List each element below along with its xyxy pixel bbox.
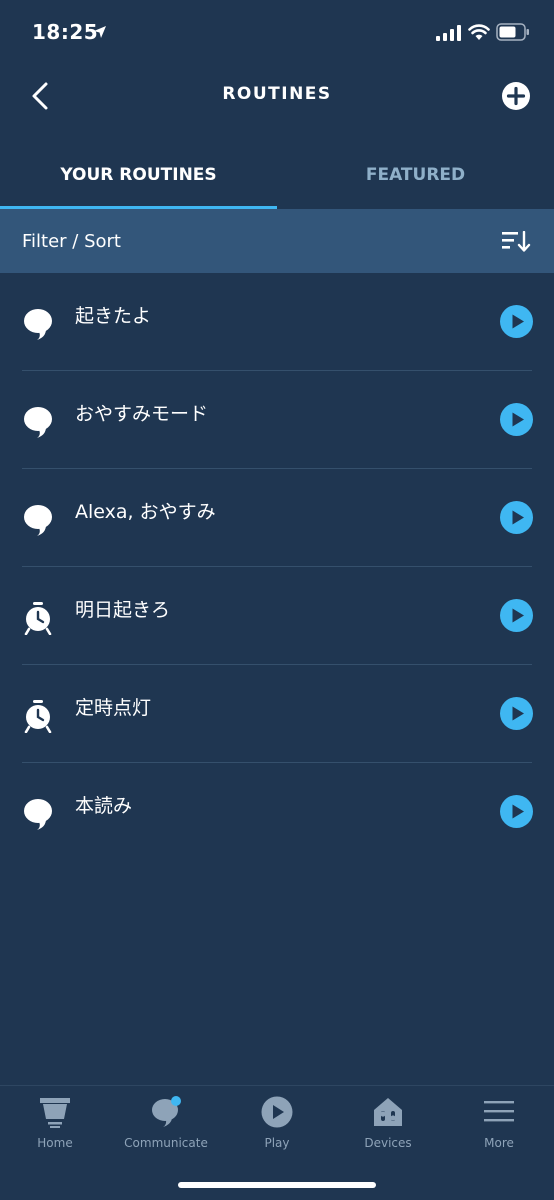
alarm-clock-icon [24, 700, 52, 733]
location-arrow-icon [94, 26, 106, 38]
add-routine-icon[interactable] [500, 80, 532, 112]
routine-label: 明日起きろ [75, 599, 171, 621]
nav-item-home[interactable]: Home [0, 1086, 110, 1166]
routine-row[interactable]: 本読み [0, 763, 554, 861]
routine-label: Alexa, おやすみ [75, 501, 216, 523]
play-routine-icon[interactable] [500, 599, 533, 632]
routine-row[interactable]: 明日起きろ [0, 567, 554, 665]
nav-label: Home [37, 1136, 73, 1150]
routine-label: 定時点灯 [75, 697, 152, 719]
home-icon [40, 1098, 70, 1128]
tab-your-routines[interactable]: YOUR ROUTINES [0, 140, 277, 209]
menu-icon [484, 1101, 514, 1122]
routine-row[interactable]: 起きたよ [0, 273, 554, 371]
wifi-icon [468, 24, 490, 40]
routine-row[interactable]: 定時点灯 [0, 665, 554, 763]
nav-label: Communicate [124, 1136, 208, 1150]
speech-bubble-icon [24, 309, 52, 340]
filter-sort-bar[interactable]: Filter / Sort [0, 209, 554, 273]
nav-item-play[interactable]: Play [222, 1086, 332, 1166]
routine-tabs: YOUR ROUTINES FEATURED [0, 140, 554, 209]
routine-list: 起きたよ おやすみモード Alexa, おやすみ 明日起きろ 定時点灯 本読み [0, 273, 554, 861]
status-time: 18:25 [32, 20, 99, 44]
page-title: ROUTINES [222, 84, 332, 104]
cellular-signal-icon [436, 25, 461, 41]
play-icon [261, 1096, 293, 1128]
devices-icon [374, 1098, 402, 1126]
sort-icon[interactable] [502, 231, 532, 253]
play-routine-icon[interactable] [500, 305, 533, 338]
play-routine-icon[interactable] [500, 795, 533, 828]
speech-bubble-icon [24, 407, 52, 438]
tab-featured[interactable]: FEATURED [277, 140, 554, 209]
speech-bubble-icon [24, 505, 52, 536]
nav-bar: ROUTINES [0, 66, 554, 126]
routine-label: 起きたよ [75, 305, 152, 327]
nav-item-more[interactable]: More [444, 1086, 554, 1166]
nav-item-communicate[interactable]: Communicate [111, 1086, 221, 1166]
communicate-icon [152, 1096, 181, 1127]
nav-label: Play [264, 1136, 290, 1150]
play-routine-icon[interactable] [500, 697, 533, 730]
routine-row[interactable]: Alexa, おやすみ [0, 469, 554, 567]
routine-label: おやすみモード [75, 403, 209, 425]
filter-sort-label: Filter / Sort [22, 231, 121, 252]
battery-icon [496, 23, 529, 41]
nav-label: More [484, 1136, 514, 1150]
home-indicator [178, 1182, 376, 1188]
speech-bubble-icon [24, 799, 52, 830]
routine-label: 本読み [75, 795, 133, 817]
play-routine-icon[interactable] [500, 403, 533, 436]
nav-item-devices[interactable]: Devices [333, 1086, 443, 1166]
nav-label: Devices [364, 1136, 412, 1150]
routine-row[interactable]: おやすみモード [0, 371, 554, 469]
play-routine-icon[interactable] [500, 501, 533, 534]
alarm-clock-icon [24, 602, 52, 635]
status-bar: 18:25 [0, 0, 554, 66]
